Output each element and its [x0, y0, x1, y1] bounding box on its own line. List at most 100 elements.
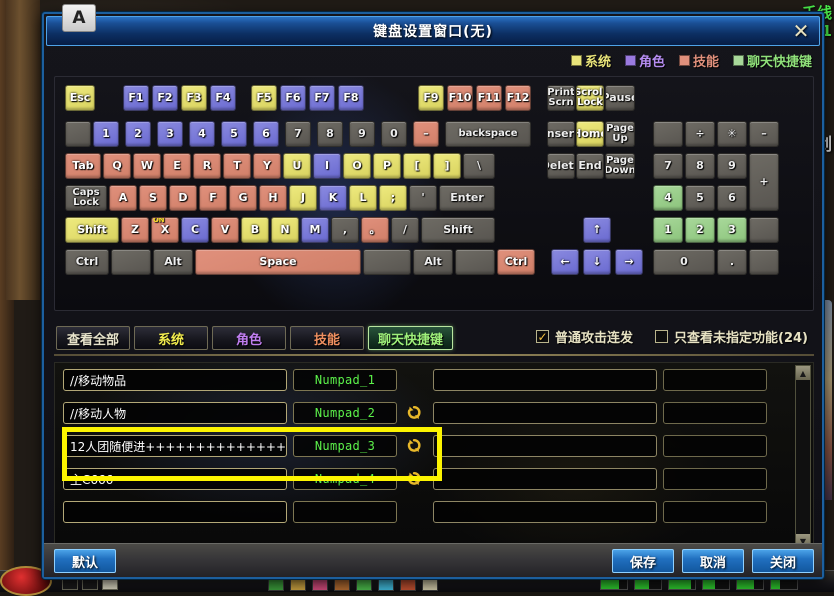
key-space[interactable]: Space: [195, 249, 361, 275]
key-f7[interactable]: F7: [309, 85, 335, 111]
key-→[interactable]: →: [615, 249, 643, 275]
key-p[interactable]: P: [373, 153, 401, 179]
key-d[interactable]: D: [169, 185, 197, 211]
key-backspace[interactable]: backspace: [445, 121, 531, 147]
close-button[interactable]: 关闭: [752, 549, 814, 573]
key-o[interactable]: O: [343, 153, 371, 179]
key-.[interactable]: .: [717, 249, 747, 275]
key-y[interactable]: Y: [253, 153, 281, 179]
key-;[interactable]: ;: [379, 185, 407, 211]
key-\[interactable]: \: [463, 153, 495, 179]
key-blank[interactable]: [749, 217, 779, 243]
key-2[interactable]: 2: [685, 217, 715, 243]
key-s[interactable]: S: [139, 185, 167, 211]
key-h[interactable]: H: [259, 185, 287, 211]
key-blank[interactable]: [111, 249, 151, 275]
key-6[interactable]: 6: [717, 185, 747, 211]
key-–[interactable]: –: [413, 121, 439, 147]
checkbox-icon[interactable]: [655, 330, 669, 343]
key-x[interactable]: X ON: [151, 217, 179, 243]
key-print-scrn[interactable]: Print Scrn: [547, 85, 575, 111]
key-binding-field[interactable]: Numpad_3: [293, 435, 397, 457]
key-f5[interactable]: F5: [251, 85, 277, 111]
command-input-secondary[interactable]: [433, 468, 657, 490]
key-page-down[interactable]: Page Down: [605, 153, 635, 179]
key-binding-field[interactable]: Numpad_1: [293, 369, 397, 391]
key-binding-field[interactable]: Numpad_2: [293, 402, 397, 424]
key-5[interactable]: 5: [685, 185, 715, 211]
command-input[interactable]: //移动人物: [63, 402, 287, 424]
key-a[interactable]: A: [109, 185, 137, 211]
key-4[interactable]: 4: [653, 185, 683, 211]
key-f12[interactable]: F12: [505, 85, 531, 111]
key-f1[interactable]: F1: [123, 85, 149, 111]
key-f2[interactable]: F2: [152, 85, 178, 111]
command-input[interactable]: [63, 501, 287, 523]
option-普通攻击连发[interactable]: ✓ 普通攻击连发: [536, 327, 633, 346]
key-ctrl[interactable]: Ctrl: [497, 249, 535, 275]
key-1[interactable]: 1: [653, 217, 683, 243]
default-button[interactable]: 默认: [54, 549, 116, 573]
key-delete[interactable]: Delete: [547, 153, 575, 179]
key-blank[interactable]: [653, 121, 683, 147]
key-4[interactable]: 4: [189, 121, 215, 147]
key-9[interactable]: 9: [717, 153, 747, 179]
key-alt[interactable]: Alt: [153, 249, 193, 275]
key-8[interactable]: 8: [317, 121, 343, 147]
key-z[interactable]: Z: [121, 217, 149, 243]
key-l[interactable]: L: [349, 185, 377, 211]
key-0[interactable]: 0: [653, 249, 715, 275]
tab-查看全部[interactable]: 查看全部: [56, 326, 130, 350]
key-shift[interactable]: Shift: [65, 217, 119, 243]
key-binding-field-secondary[interactable]: [663, 402, 767, 424]
key-f6[interactable]: F6: [280, 85, 306, 111]
key-end[interactable]: End: [576, 153, 604, 179]
key-+[interactable]: +: [749, 153, 779, 211]
key-1[interactable]: 1: [93, 121, 119, 147]
key-binding-field-secondary[interactable]: [663, 501, 767, 523]
tab-角色[interactable]: 角色: [212, 326, 286, 350]
key-'[interactable]: ': [409, 185, 437, 211]
key-j[interactable]: J: [289, 185, 317, 211]
key-binding-field-secondary[interactable]: [663, 468, 767, 490]
key-,[interactable]: ,: [331, 217, 359, 243]
key-scroll-lock[interactable]: ScrollLock: [576, 85, 604, 111]
key-binding-field-secondary[interactable]: [663, 435, 767, 457]
close-icon[interactable]: ✕: [789, 19, 813, 43]
tab-系统[interactable]: 系统: [134, 326, 208, 350]
key-f8[interactable]: F8: [338, 85, 364, 111]
key-blank[interactable]: [455, 249, 495, 275]
key-binding-field-secondary[interactable]: [663, 369, 767, 391]
command-input-secondary[interactable]: [433, 501, 657, 523]
key-7[interactable]: 7: [653, 153, 683, 179]
key-÷[interactable]: ÷: [685, 121, 715, 147]
command-input[interactable]: 主C666: [63, 468, 287, 490]
key-9[interactable]: 9: [349, 121, 375, 147]
refresh-icon[interactable]: [403, 402, 425, 424]
key-f10[interactable]: F10: [447, 85, 473, 111]
key-pause[interactable]: Pause: [605, 85, 635, 111]
app-icon[interactable]: A: [62, 4, 96, 32]
list-scrollbar[interactable]: ▲ ▼: [795, 365, 811, 549]
tab-技能[interactable]: 技能: [290, 326, 364, 350]
key-8[interactable]: 8: [685, 153, 715, 179]
key-f4[interactable]: F4: [210, 85, 236, 111]
refresh-icon[interactable]: [403, 468, 425, 490]
key-blank[interactable]: [749, 249, 779, 275]
key-3[interactable]: 3: [157, 121, 183, 147]
option-只查看未指定功能(24)[interactable]: 只查看未指定功能(24): [655, 327, 808, 346]
key-binding-field[interactable]: Numpad_4: [293, 468, 397, 490]
key-7[interactable]: 7: [285, 121, 311, 147]
key-2[interactable]: 2: [125, 121, 151, 147]
key-f[interactable]: F: [199, 185, 227, 211]
key-blank[interactable]: [65, 121, 91, 147]
key-i[interactable]: I: [313, 153, 341, 179]
key-m[interactable]: M: [301, 217, 329, 243]
key-f11[interactable]: F11: [476, 85, 502, 111]
key-ctrl[interactable]: Ctrl: [65, 249, 109, 275]
scroll-up-icon[interactable]: ▲: [796, 366, 810, 380]
cancel-button[interactable]: 取消: [682, 549, 744, 573]
key-k[interactable]: K: [319, 185, 347, 211]
command-input-secondary[interactable]: [433, 402, 657, 424]
key-enter[interactable]: Enter: [439, 185, 495, 211]
